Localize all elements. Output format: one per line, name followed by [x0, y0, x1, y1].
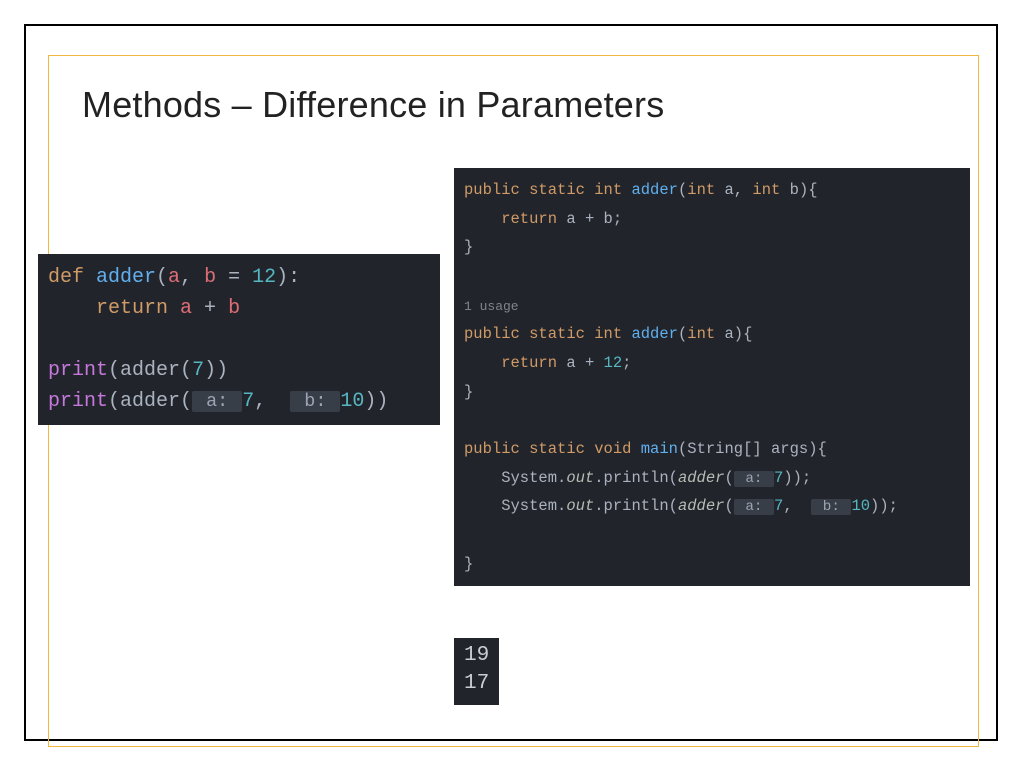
- output-line: 19: [464, 644, 489, 667]
- usage-hint: 1 usage: [464, 291, 519, 319]
- fn-print: print: [48, 390, 108, 413]
- param-hint: a:: [734, 471, 774, 487]
- output-block: 19 17: [454, 638, 499, 705]
- python-code-block: def adder(a, b = 12): return a + b print…: [38, 254, 440, 425]
- param-hint: b:: [290, 391, 340, 412]
- param-hint: a:: [192, 391, 242, 412]
- param-hint: a:: [734, 499, 774, 515]
- java-code-block: public static int adder(int a, int b){ r…: [454, 168, 970, 586]
- keyword-def: def: [48, 266, 96, 289]
- fn-print: print: [48, 359, 108, 382]
- output-line: 17: [464, 672, 489, 695]
- param-hint: b:: [811, 499, 851, 515]
- slide-title: Methods – Difference in Parameters: [82, 84, 664, 126]
- keyword-return: return: [48, 297, 180, 320]
- fn-name: adder: [96, 266, 156, 289]
